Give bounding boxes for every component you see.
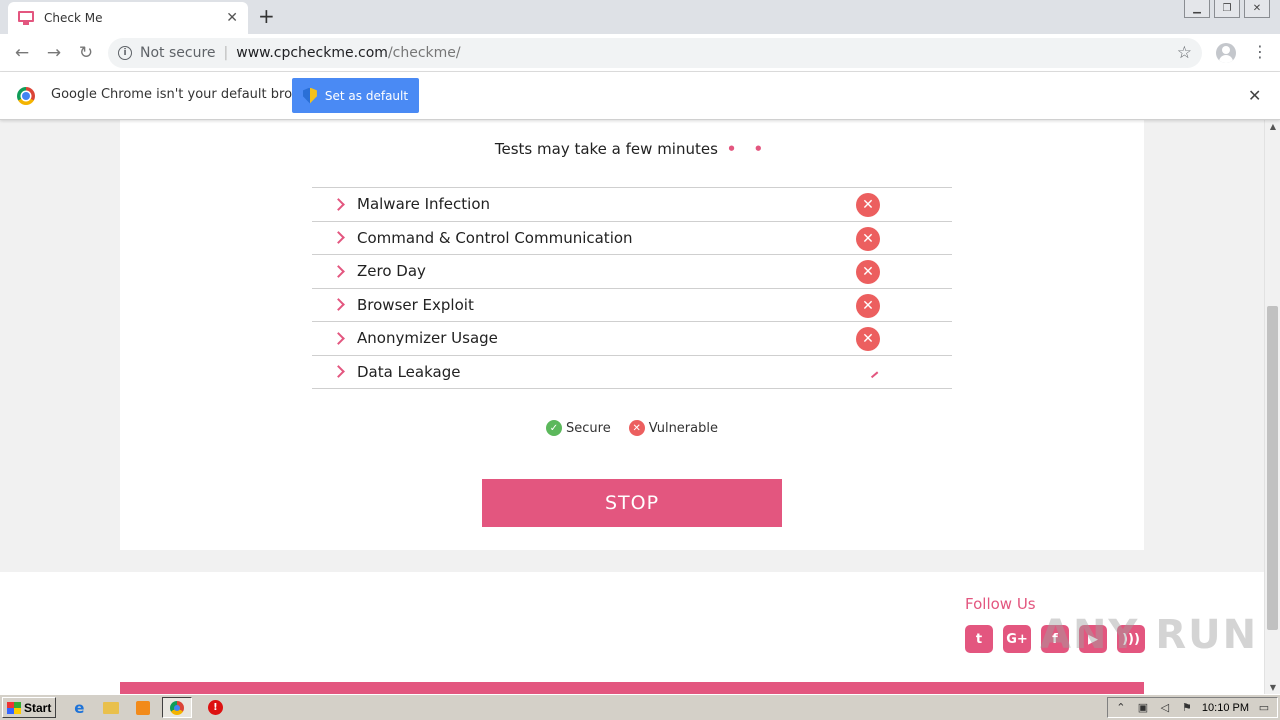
chrome-menu-icon[interactable]: ⋮ [1252,44,1268,60]
address-bar[interactable]: i Not secure | www.cpcheckme.com /checkm… [108,38,1202,68]
stop-sign-icon[interactable]: ! [206,699,224,717]
close-window-button[interactable]: ✕ [1244,0,1270,18]
clock[interactable]: 10:10 PM [1202,702,1249,714]
windows-taskbar: Start e ! ⌃ ▣ ◁ ⚑ 10:10 PM ▭ [0,694,1280,720]
page-scrollbar[interactable]: ▲ ▼ [1264,120,1280,694]
test-row-zero-day[interactable]: Zero Day ✕ [312,255,952,289]
reload-button[interactable]: ↻ [76,43,96,63]
chevron-right-icon [332,365,345,379]
follow-us-heading: Follow Us [965,595,1036,613]
system-tray: ⌃ ▣ ◁ ⚑ 10:10 PM ▭ [1106,697,1278,718]
test-row-command-control[interactable]: Command & Control Communication ✕ [312,222,952,255]
infobar-message: Google Chrome isn't your default browser [51,87,323,102]
vulnerable-x-icon: ✕ [856,226,880,251]
vulnerable-x-icon: ✕ [856,293,880,318]
anyrun-watermark: ANY RUN [1040,612,1259,658]
test-label: Command & Control Communication [357,228,633,247]
test-row-data-leakage[interactable]: Data Leakage [312,356,952,389]
footer-accent-bar [120,682,1144,694]
security-label: Not secure [140,45,216,61]
tests-status: Tests may take a few minutes • • [120,140,1144,158]
status-legend: ✓ Secure ✕ Vulnerable [120,420,1144,436]
chevron-right-icon [332,331,345,345]
vulnerable-x-icon: ✕ [856,193,880,217]
stop-button[interactable]: STOP [482,479,782,527]
chrome-icon [170,700,185,715]
vulnerable-x-icon: ✕ [856,327,880,351]
tab-check-me[interactable]: Check Me ✕ [8,2,248,34]
action-center-flag-icon[interactable]: ⚑ [1180,701,1194,715]
back-button[interactable]: ← [12,43,32,63]
vulnerable-x-icon: ✕ [628,420,645,436]
browser-toolbar: ← → ↻ i Not secure | www.cpcheckme.com /… [0,34,1280,72]
page-footer: Follow Us t G+ f ▶ ))) ANY RUN [0,572,1264,694]
test-row-anonymizer-usage[interactable]: Anonymizer Usage ✕ [312,322,952,356]
profile-avatar-icon[interactable] [1216,43,1236,63]
start-button[interactable]: Start [2,697,57,718]
new-tab-button[interactable]: + [258,6,275,26]
page-viewport: Tests may take a few minutes • • Malware… [0,120,1264,694]
legend-secure-label: Secure [566,420,611,436]
tab-strip: Check Me ✕ + ▁ ❐ ✕ [0,0,1280,34]
tab-close-icon[interactable]: ✕ [226,10,238,26]
legend-secure: ✓ Secure [546,420,611,436]
test-list: Malware Infection ✕ Command & Control Co… [312,187,952,389]
loading-spinner-icon [869,369,879,378]
loading-dots: • • [726,140,770,158]
set-as-default-button[interactable]: Set as default [292,78,419,113]
forward-button[interactable]: → [44,43,64,63]
explorer-folder-icon[interactable] [102,699,120,717]
chevron-right-icon [332,264,345,278]
uac-shield-icon [302,87,317,104]
scroll-down-arrow-icon[interactable]: ▼ [1265,683,1280,692]
chevron-right-icon [332,298,345,312]
url-separator: | [223,45,229,61]
test-row-malware-infection[interactable]: Malware Infection ✕ [312,188,952,222]
google-plus-icon[interactable]: G+ [1003,625,1031,653]
test-label: Malware Infection [357,195,491,214]
bookmark-star-icon[interactable]: ☆ [1177,43,1192,63]
media-player-icon[interactable] [134,699,152,717]
test-label: Data Leakage [357,362,461,381]
tray-expand-icon[interactable]: ⌃ [1114,701,1128,715]
show-desktop-icon[interactable]: ▭ [1257,701,1271,715]
tests-status-text: Tests may take a few minutes [494,140,718,158]
start-label: Start [24,700,52,715]
test-label: Browser Exploit [357,295,474,314]
info-icon[interactable]: i [118,46,132,60]
test-row-browser-exploit[interactable]: Browser Exploit ✕ [312,289,952,322]
chrome-logo-icon [17,87,35,105]
restore-button[interactable]: ❐ [1214,0,1240,18]
window-controls: ▁ ❐ ✕ [1184,0,1270,18]
twitter-icon[interactable]: t [965,625,993,653]
vulnerable-x-icon: ✕ [856,260,880,284]
default-browser-infobar: Google Chrome isn't your default browser… [0,72,1280,120]
chrome-taskbar-button[interactable] [162,697,193,718]
url-host: www.cpcheckme.com [236,45,388,61]
legend-vulnerable: ✕ Vulnerable [628,420,718,436]
tab-title: Check Me [44,11,103,25]
set-as-default-label: Set as default [324,88,409,103]
volume-icon[interactable]: ◁ [1158,701,1172,715]
legend-vulnerable-label: Vulnerable [648,420,718,436]
network-icon[interactable]: ▣ [1136,701,1150,715]
internet-explorer-icon[interactable]: e [70,699,88,717]
infobar-close-icon[interactable]: ✕ [1248,86,1261,105]
windows-logo-icon [7,701,21,714]
test-card: Tests may take a few minutes • • Malware… [120,120,1144,550]
minimize-button[interactable]: ▁ [1184,0,1210,18]
secure-check-icon: ✓ [546,420,562,436]
chevron-right-icon [332,231,345,245]
scroll-up-arrow-icon[interactable]: ▲ [1265,122,1280,131]
url-path: /checkme/ [387,45,461,61]
test-label: Zero Day [357,262,426,281]
scrollbar-thumb[interactable] [1267,306,1278,630]
chevron-right-icon [332,197,345,211]
test-label: Anonymizer Usage [357,329,498,348]
site-favicon-icon [18,11,34,25]
